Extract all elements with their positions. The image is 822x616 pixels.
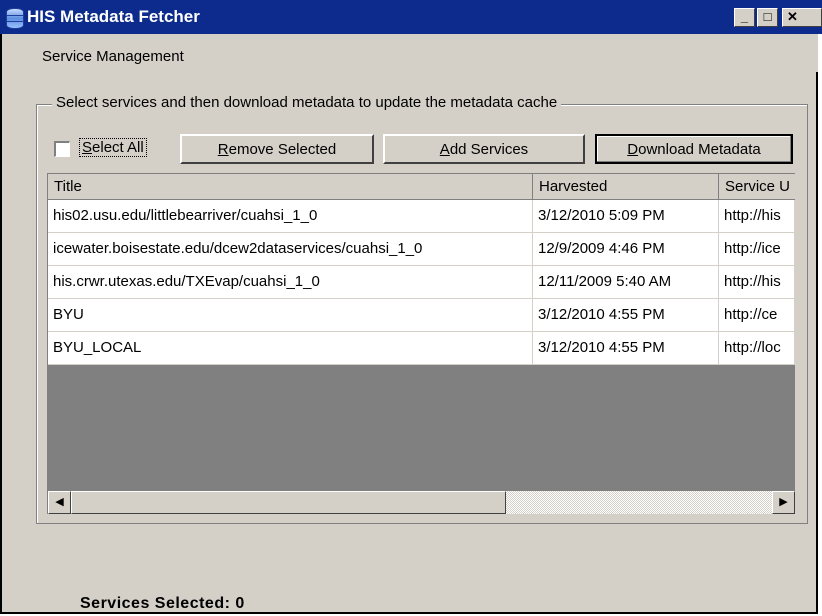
- select-all-label[interactable]: Select All: [79, 138, 147, 157]
- title-bar[interactable]: HIS Metadata Fetcher _ □ ✕: [0, 0, 822, 34]
- table-row[interactable]: BYU_LOCAL 3/12/2010 4:55 PM http://loc: [48, 332, 795, 365]
- services-grid[interactable]: Title Harvested Service U his02.usu.edu/…: [47, 173, 795, 514]
- window-title: HIS Metadata Fetcher: [27, 7, 200, 26]
- column-header-harvested[interactable]: Harvested: [533, 174, 719, 200]
- select-all-checkbox[interactable]: [54, 141, 70, 157]
- close-button[interactable]: ✕: [782, 8, 822, 27]
- menu-service-management[interactable]: Service Management: [42, 48, 184, 65]
- cell-harvested[interactable]: 3/12/2010 4:55 PM: [533, 332, 719, 365]
- scroll-left-icon[interactable]: ◀: [48, 491, 71, 514]
- cell-service-url[interactable]: http://ice: [719, 233, 795, 266]
- cell-title[interactable]: icewater.boisestate.edu/dcew2dataservice…: [48, 233, 533, 266]
- cell-service-url[interactable]: http://loc: [719, 332, 795, 365]
- scroll-right-icon[interactable]: ▶: [772, 491, 795, 514]
- table-row[interactable]: his02.usu.edu/littlebearriver/cuahsi_1_0…: [48, 200, 795, 233]
- scrollbar-thumb[interactable]: [71, 491, 506, 514]
- cell-title[interactable]: his02.usu.edu/littlebearriver/cuahsi_1_0: [48, 200, 533, 233]
- database-icon: [6, 8, 24, 29]
- horizontal-scrollbar[interactable]: ◀ ▶: [48, 491, 795, 514]
- cell-service-url[interactable]: http://his: [719, 266, 795, 299]
- table-row[interactable]: his.crwr.utexas.edu/TXEvap/cuahsi_1_0 12…: [48, 266, 795, 299]
- table-row[interactable]: BYU 3/12/2010 4:55 PM http://ce: [48, 299, 795, 332]
- download-metadata-button[interactable]: Download Metadata: [595, 134, 793, 164]
- groupbox-legend: Select services and then download metada…: [52, 94, 562, 111]
- menu-bar: Service Management: [2, 34, 818, 72]
- add-services-button[interactable]: Add Services: [383, 134, 585, 164]
- column-header-service-url[interactable]: Service U: [719, 174, 795, 200]
- cell-harvested[interactable]: 12/9/2009 4:46 PM: [533, 233, 719, 266]
- cell-harvested[interactable]: 3/12/2010 4:55 PM: [533, 299, 719, 332]
- grid-header: Title Harvested Service U: [48, 174, 795, 201]
- cell-service-url[interactable]: http://his: [719, 200, 795, 233]
- minimize-button[interactable]: _: [734, 8, 755, 27]
- cell-service-url[interactable]: http://ce: [719, 299, 795, 332]
- cell-title[interactable]: his.crwr.utexas.edu/TXEvap/cuahsi_1_0: [48, 266, 533, 299]
- column-header-title[interactable]: Title: [48, 174, 533, 200]
- services-selected-status: Services Selected: 0: [80, 595, 245, 612]
- cell-title[interactable]: BYU: [48, 299, 533, 332]
- cell-harvested[interactable]: 3/12/2010 5:09 PM: [533, 200, 719, 233]
- maximize-button[interactable]: □: [757, 8, 778, 27]
- cell-title[interactable]: BYU_LOCAL: [48, 332, 533, 365]
- table-row[interactable]: icewater.boisestate.edu/dcew2dataservice…: [48, 233, 795, 266]
- cell-harvested[interactable]: 12/11/2009 5:40 AM: [533, 266, 719, 299]
- remove-selected-button[interactable]: Remove Selected: [180, 134, 374, 164]
